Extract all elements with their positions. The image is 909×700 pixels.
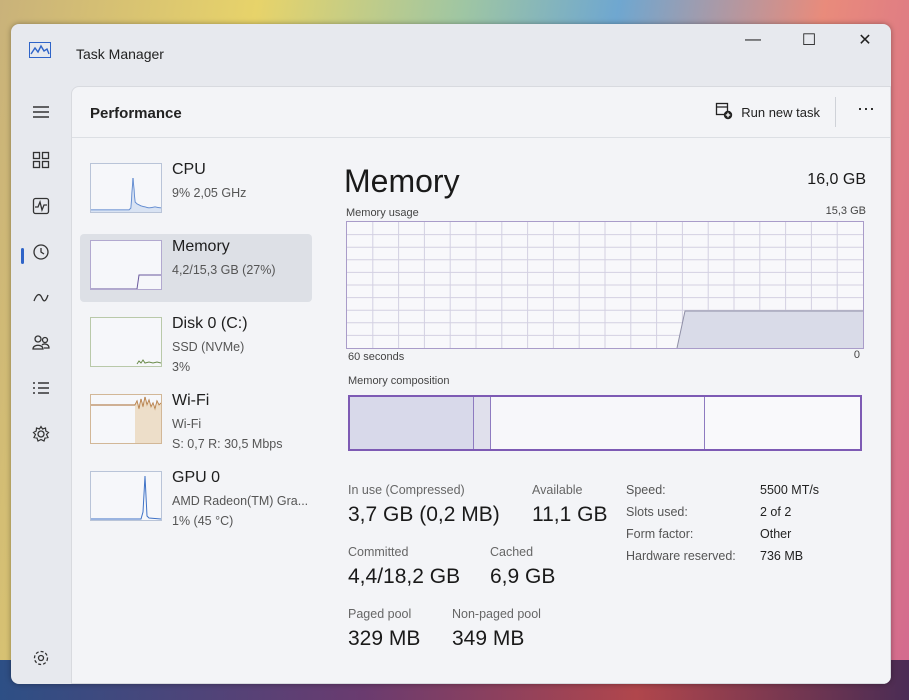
stat-available: Available 11,1 GB bbox=[532, 483, 608, 527]
stat-cached: Cached 6,9 GB bbox=[490, 545, 555, 589]
spec-value: 2 of 2 bbox=[760, 505, 792, 519]
spec-value: Other bbox=[760, 527, 792, 541]
perf-item-name: Disk 0 (C:) bbox=[172, 315, 248, 332]
more-options-button[interactable]: ⋯ bbox=[857, 99, 876, 120]
run-new-task-button[interactable]: Run new task bbox=[715, 99, 820, 125]
processes-icon[interactable] bbox=[29, 148, 53, 172]
perf-item-detail: S: 0,7 R: 30,5 Mbps bbox=[172, 437, 283, 451]
title-bar[interactable]: Task Manager — ☐ ✕ bbox=[11, 24, 891, 76]
stat-label: Available bbox=[532, 483, 583, 497]
stat-in-use: In use (Compressed) 3,7 GB (0,2 MB) bbox=[348, 483, 500, 527]
stat-value: 329 MB bbox=[348, 627, 421, 650]
perf-item-name: CPU bbox=[172, 161, 206, 178]
window-title: Task Manager bbox=[76, 46, 164, 62]
stat-value: 4,4/18,2 GB bbox=[348, 565, 461, 588]
memory-composition-label: Memory composition bbox=[348, 375, 450, 387]
page-title: Performance bbox=[90, 105, 182, 122]
task-manager-app-icon bbox=[29, 42, 51, 58]
performance-icon[interactable] bbox=[29, 194, 53, 218]
perf-item-detail: 1% (45 °C) bbox=[172, 514, 234, 528]
stat-paged-pool: Paged pool 329 MB bbox=[348, 607, 420, 651]
perf-item-memory[interactable]: Memory 4,2/15,3 GB (27%) bbox=[80, 234, 312, 302]
stat-label: In use (Compressed) bbox=[348, 483, 465, 497]
perf-item-name: Memory bbox=[172, 238, 230, 255]
users-icon[interactable] bbox=[29, 330, 53, 354]
memory-usage-max: 15,3 GB bbox=[825, 205, 866, 217]
memory-usage-label: Memory usage bbox=[346, 207, 419, 219]
hamburger-icon[interactable] bbox=[29, 100, 53, 124]
task-manager-window: Task Manager — ☐ ✕ Performance Run new t… bbox=[11, 24, 891, 684]
composition-in-use-segment bbox=[350, 397, 474, 449]
detail-title: Memory bbox=[344, 163, 460, 199]
stat-label: Paged pool bbox=[348, 607, 412, 621]
details-icon[interactable] bbox=[29, 376, 53, 400]
spec-key: Form factor: bbox=[626, 527, 694, 541]
close-button[interactable]: ✕ bbox=[839, 26, 891, 54]
stat-value: 11,1 GB bbox=[532, 503, 608, 526]
perf-item-detail: SSD (NVMe) bbox=[172, 340, 245, 354]
memory-thumbnail-graph bbox=[90, 240, 162, 290]
startup-apps-icon[interactable] bbox=[29, 286, 53, 310]
memory-composition-bar bbox=[348, 395, 862, 451]
composition-standby-segment bbox=[491, 397, 705, 449]
stat-value: 349 MB bbox=[452, 627, 525, 650]
perf-item-wifi[interactable]: Wi-Fi Wi-Fi S: 0,7 R: 30,5 Mbps bbox=[80, 388, 312, 456]
stat-label: Committed bbox=[348, 545, 409, 559]
more-icon: ⋯ bbox=[857, 99, 876, 119]
perf-item-detail: AMD Radeon(TM) Gra... bbox=[172, 494, 309, 508]
app-history-icon[interactable] bbox=[29, 240, 53, 264]
spec-key: Hardware reserved: bbox=[626, 549, 736, 563]
spec-key: Speed: bbox=[626, 483, 666, 497]
memory-usage-graph bbox=[346, 221, 864, 349]
header-divider bbox=[835, 97, 836, 127]
close-icon: ✕ bbox=[858, 32, 872, 49]
maximize-icon: ☐ bbox=[801, 32, 817, 49]
services-icon[interactable] bbox=[29, 422, 53, 446]
perf-item-detail: 3% bbox=[172, 360, 191, 374]
run-task-icon bbox=[715, 102, 733, 123]
run-task-label: Run new task bbox=[741, 104, 820, 120]
perf-item-name: Wi-Fi bbox=[172, 392, 210, 409]
maximize-button[interactable]: ☐ bbox=[783, 26, 835, 54]
gpu-thumbnail-graph bbox=[90, 471, 162, 521]
perf-item-detail: 9% 2,05 GHz bbox=[172, 186, 247, 200]
spec-row: Hardware reserved: 736 MB bbox=[626, 549, 819, 571]
perf-item-name: GPU 0 bbox=[172, 469, 221, 486]
memory-spec-table: Speed: 5500 MT/s Slots used: 2 of 2 Form… bbox=[626, 483, 819, 571]
wifi-thumbnail-graph bbox=[90, 394, 162, 444]
spec-key: Slots used: bbox=[626, 505, 688, 519]
stat-label: Non-paged pool bbox=[452, 607, 541, 621]
perf-item-detail: 4,2/15,3 GB (27%) bbox=[172, 263, 276, 277]
stat-label: Cached bbox=[490, 545, 534, 559]
active-nav-indicator bbox=[21, 248, 24, 264]
spec-row: Form factor: Other bbox=[626, 527, 819, 549]
stat-non-paged-pool: Non-paged pool 349 MB bbox=[452, 607, 541, 651]
stat-committed: Committed 4,4/18,2 GB bbox=[348, 545, 460, 589]
perf-item-gpu[interactable]: GPU 0 AMD Radeon(TM) Gra... 1% (45 °C) bbox=[80, 465, 312, 533]
perf-item-disk[interactable]: Disk 0 (C:) SSD (NVMe) 3% bbox=[80, 311, 312, 379]
navigation-rail bbox=[11, 76, 71, 684]
cpu-thumbnail-graph bbox=[90, 163, 162, 213]
performance-page: Performance Run new task ⋯ CPU 9% 2,05 G… bbox=[71, 86, 891, 684]
perf-item-detail: Wi-Fi bbox=[172, 417, 202, 431]
spec-value: 736 MB bbox=[760, 549, 804, 563]
composition-free-segment bbox=[705, 397, 860, 449]
graph-axis-right: 0 bbox=[853, 349, 860, 361]
memory-total: 16,0 GB bbox=[807, 171, 866, 188]
stat-value: 3,7 GB (0,2 MB) bbox=[348, 503, 500, 526]
header-separator bbox=[72, 137, 890, 138]
composition-modified-segment bbox=[474, 397, 491, 449]
spec-row: Speed: 5500 MT/s bbox=[626, 483, 819, 505]
resource-list: CPU 9% 2,05 GHz Memory 4,2/15,3 GB (27%)… bbox=[80, 157, 312, 542]
disk-thumbnail-graph bbox=[90, 317, 162, 367]
spec-value: 5500 MT/s bbox=[760, 483, 820, 497]
minimize-button[interactable]: — bbox=[727, 26, 779, 54]
minimize-icon: — bbox=[745, 31, 761, 48]
graph-axis-left: 60 seconds bbox=[348, 351, 405, 363]
stat-value: 6,9 GB bbox=[490, 565, 556, 588]
settings-icon[interactable] bbox=[29, 646, 53, 670]
perf-item-cpu[interactable]: CPU 9% 2,05 GHz bbox=[80, 157, 312, 225]
spec-row: Slots used: 2 of 2 bbox=[626, 505, 819, 527]
